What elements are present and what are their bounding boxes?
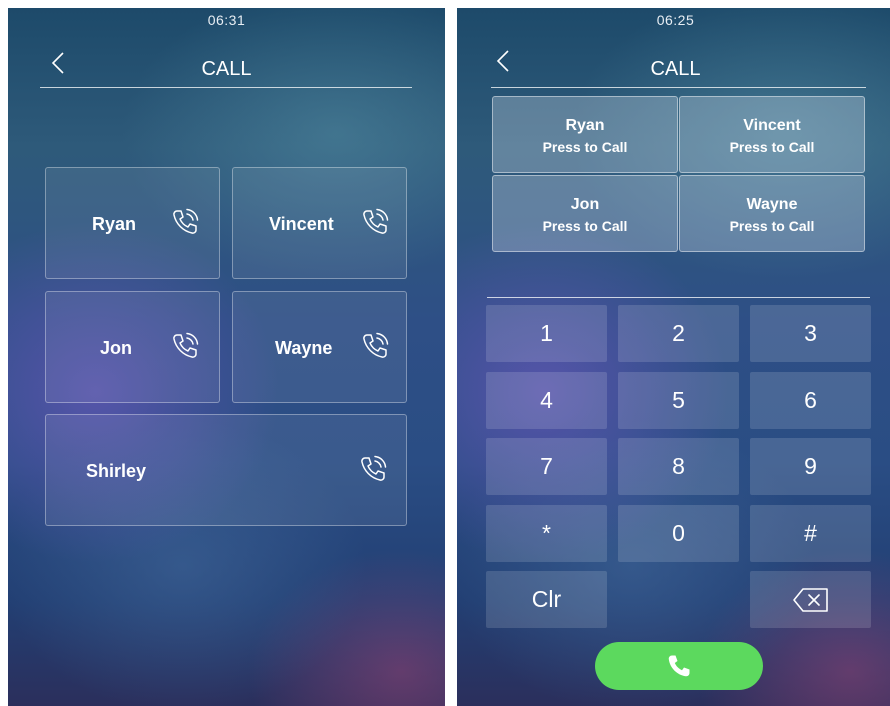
keypad-key-0[interactable]: 0 <box>618 505 739 562</box>
page-title: CALL <box>201 58 252 80</box>
phone-ringing-icon <box>173 332 199 358</box>
keypad-key-hash[interactable]: # <box>750 505 871 562</box>
call-screen-contacts: 06:31 CALL Ryan Vincent Jon Wayne Shirle… <box>8 8 445 706</box>
quick-contact-action: Press to Call <box>542 139 628 155</box>
contact-name: Ryan <box>92 214 137 234</box>
phone-ringing-icon <box>173 208 199 234</box>
quick-contact-ryan[interactable]: Ryan Press to Call <box>492 96 678 173</box>
keypad-key-8[interactable]: 8 <box>618 438 739 495</box>
contact-name: Vincent <box>269 214 334 234</box>
quick-contact-jon[interactable]: Jon Press to Call <box>492 175 678 252</box>
page-title: CALL <box>650 58 701 80</box>
clear-button[interactable]: Clr <box>486 571 607 628</box>
contact-tile-vincent[interactable]: Vincent <box>232 167 407 279</box>
status-time: 06:25 <box>656 12 695 28</box>
keypad-key-4[interactable]: 4 <box>486 372 607 429</box>
keypad-key-3[interactable]: 3 <box>750 305 871 362</box>
phone-ringing-icon <box>361 455 387 481</box>
contact-tile-ryan[interactable]: Ryan <box>45 167 220 279</box>
call-screen-dialpad: 06:25 CALL Ryan Press to Call Vincent Pr… <box>457 8 890 706</box>
dial-input-underline <box>487 297 870 298</box>
call-button[interactable] <box>595 642 763 690</box>
contact-tile-shirley[interactable]: Shirley <box>45 414 407 526</box>
phone-ringing-icon <box>363 332 389 358</box>
phone-ringing-icon <box>363 208 389 234</box>
quick-contact-action: Press to Call <box>542 218 628 234</box>
keypad-key-5[interactable]: 5 <box>618 372 739 429</box>
contact-name: Wayne <box>275 338 333 358</box>
quick-contact-name: Ryan <box>565 117 605 134</box>
backspace-button[interactable] <box>750 571 871 628</box>
quick-contact-action: Press to Call <box>729 139 815 155</box>
quick-contact-vincent[interactable]: Vincent Press to Call <box>679 96 865 173</box>
title-divider <box>491 87 866 88</box>
keypad-key-1[interactable]: 1 <box>486 305 607 362</box>
quick-contact-name: Wayne <box>746 196 798 213</box>
contact-tile-wayne[interactable]: Wayne <box>232 291 407 403</box>
keypad-key-9[interactable]: 9 <box>750 438 871 495</box>
contact-name: Jon <box>100 338 133 358</box>
contact-name: Shirley <box>86 461 147 481</box>
phone-icon <box>668 655 690 677</box>
backspace-icon <box>792 587 828 612</box>
contact-tile-jon[interactable]: Jon <box>45 291 220 403</box>
quick-contact-wayne[interactable]: Wayne Press to Call <box>679 175 865 252</box>
quick-contact-name: Jon <box>570 196 600 213</box>
quick-contact-action: Press to Call <box>729 218 815 234</box>
keypad-key-6[interactable]: 6 <box>750 372 871 429</box>
title-divider <box>40 87 412 88</box>
keypad-key-2[interactable]: 2 <box>618 305 739 362</box>
dial-input[interactable] <box>487 266 870 296</box>
keypad-key-7[interactable]: 7 <box>486 438 607 495</box>
keypad-key-star[interactable]: * <box>486 505 607 562</box>
status-time: 06:31 <box>207 12 246 28</box>
quick-contact-name: Vincent <box>743 117 801 134</box>
